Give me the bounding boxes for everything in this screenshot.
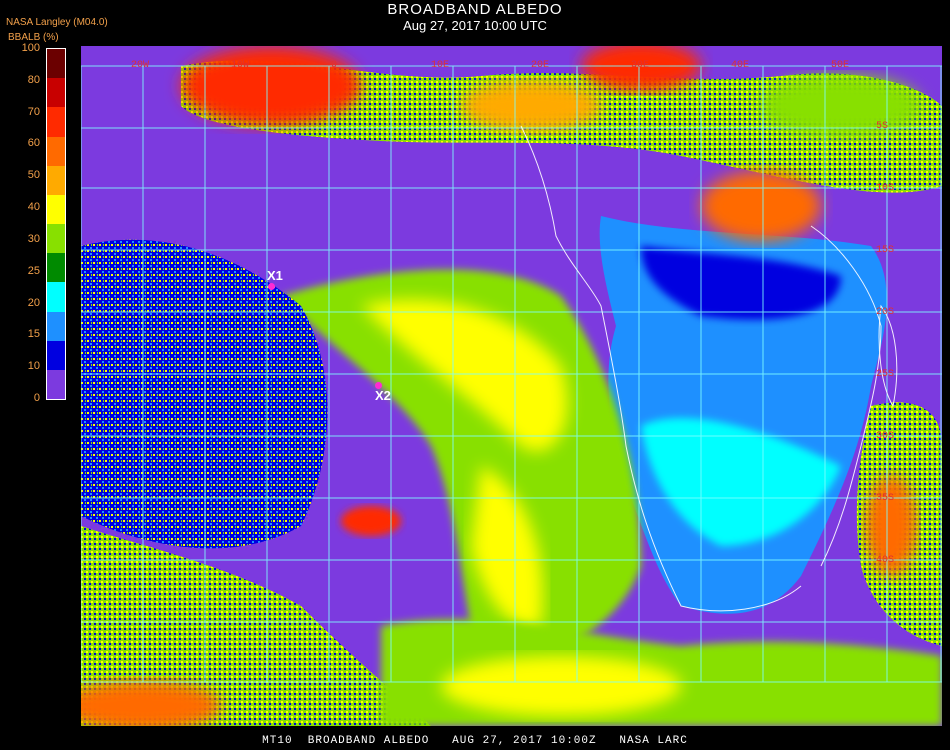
- longitude-label: 40E: [731, 60, 750, 71]
- colorbar-segment: [47, 369, 65, 400]
- colorbar-segment: [47, 194, 65, 225]
- colorbar-tick-label: 20: [27, 296, 40, 309]
- colorbar-tick-label: 10: [27, 360, 40, 373]
- colorbar-segment: [47, 253, 65, 283]
- footer-caption: MT10 BROADBAND ALBEDO AUG 27, 2017 10:00…: [262, 735, 688, 747]
- colorbar-segment: [47, 107, 65, 137]
- latitude-label: 10S: [876, 183, 895, 194]
- colorbar-segment: [47, 340, 65, 371]
- colorbar-tick-label: 80: [27, 73, 40, 86]
- longitude-label: 10W: [231, 60, 250, 71]
- latitude-label: 25S: [876, 369, 895, 380]
- latitude-label: 35S: [876, 493, 895, 504]
- colorbar-tick-label: 30: [27, 232, 40, 245]
- colorbar-tick-label: 60: [27, 137, 40, 150]
- longitude-label: 0: [331, 60, 338, 71]
- latitude-label: 5S: [876, 121, 889, 132]
- longitude-label: 50E: [831, 60, 850, 71]
- longitude-label: 20W: [131, 60, 150, 71]
- colorbar-segment: [47, 224, 65, 254]
- latitude-label: 20S: [876, 307, 895, 318]
- colorbar-segment: [47, 311, 65, 342]
- colorbar: [46, 48, 66, 400]
- colorbar-tick-label: 0: [33, 392, 40, 404]
- latitude-label: 40S: [876, 555, 895, 566]
- latitude-label: 30S: [876, 431, 895, 442]
- marker-dot-x1: [268, 283, 275, 290]
- producer-label: NASA Langley (M04.0): [6, 17, 108, 28]
- longitude-label: 20E: [531, 60, 550, 71]
- colorbar-segment: [47, 165, 65, 196]
- colorbar-segment: [47, 136, 65, 167]
- map-title: BROADBAND ALBEDO: [387, 1, 563, 18]
- map-timestamp: Aug 27, 2017 10:00 UTC: [403, 18, 547, 33]
- marker-label-x1: X1: [267, 268, 283, 283]
- colorbar-tick-label: 15: [27, 328, 40, 341]
- colorbar-tick-label: 100: [21, 42, 40, 54]
- colorbar-segment: [47, 49, 65, 79]
- colorbar-tick-label: 25: [27, 264, 40, 277]
- marker-label-x2: X2: [375, 388, 391, 403]
- colorbar-tick-label: 50: [27, 169, 40, 182]
- longitude-label: 30E: [631, 60, 650, 71]
- cloud-field: [81, 46, 942, 726]
- satellite-map: X1 X2 5S 10S 15S 20S 25S 30S 35S 40S 20W 10W 0 10E…: [81, 46, 942, 726]
- longitude-label: 10E: [431, 60, 450, 71]
- colorbar-segment: [47, 282, 65, 312]
- colorbar-tick-label: 70: [27, 105, 40, 118]
- colorbar-tick-label: 40: [27, 201, 40, 214]
- albedo-field: [81, 46, 942, 726]
- colorbar-segment: [47, 78, 65, 108]
- latitude-label: 15S: [876, 245, 895, 256]
